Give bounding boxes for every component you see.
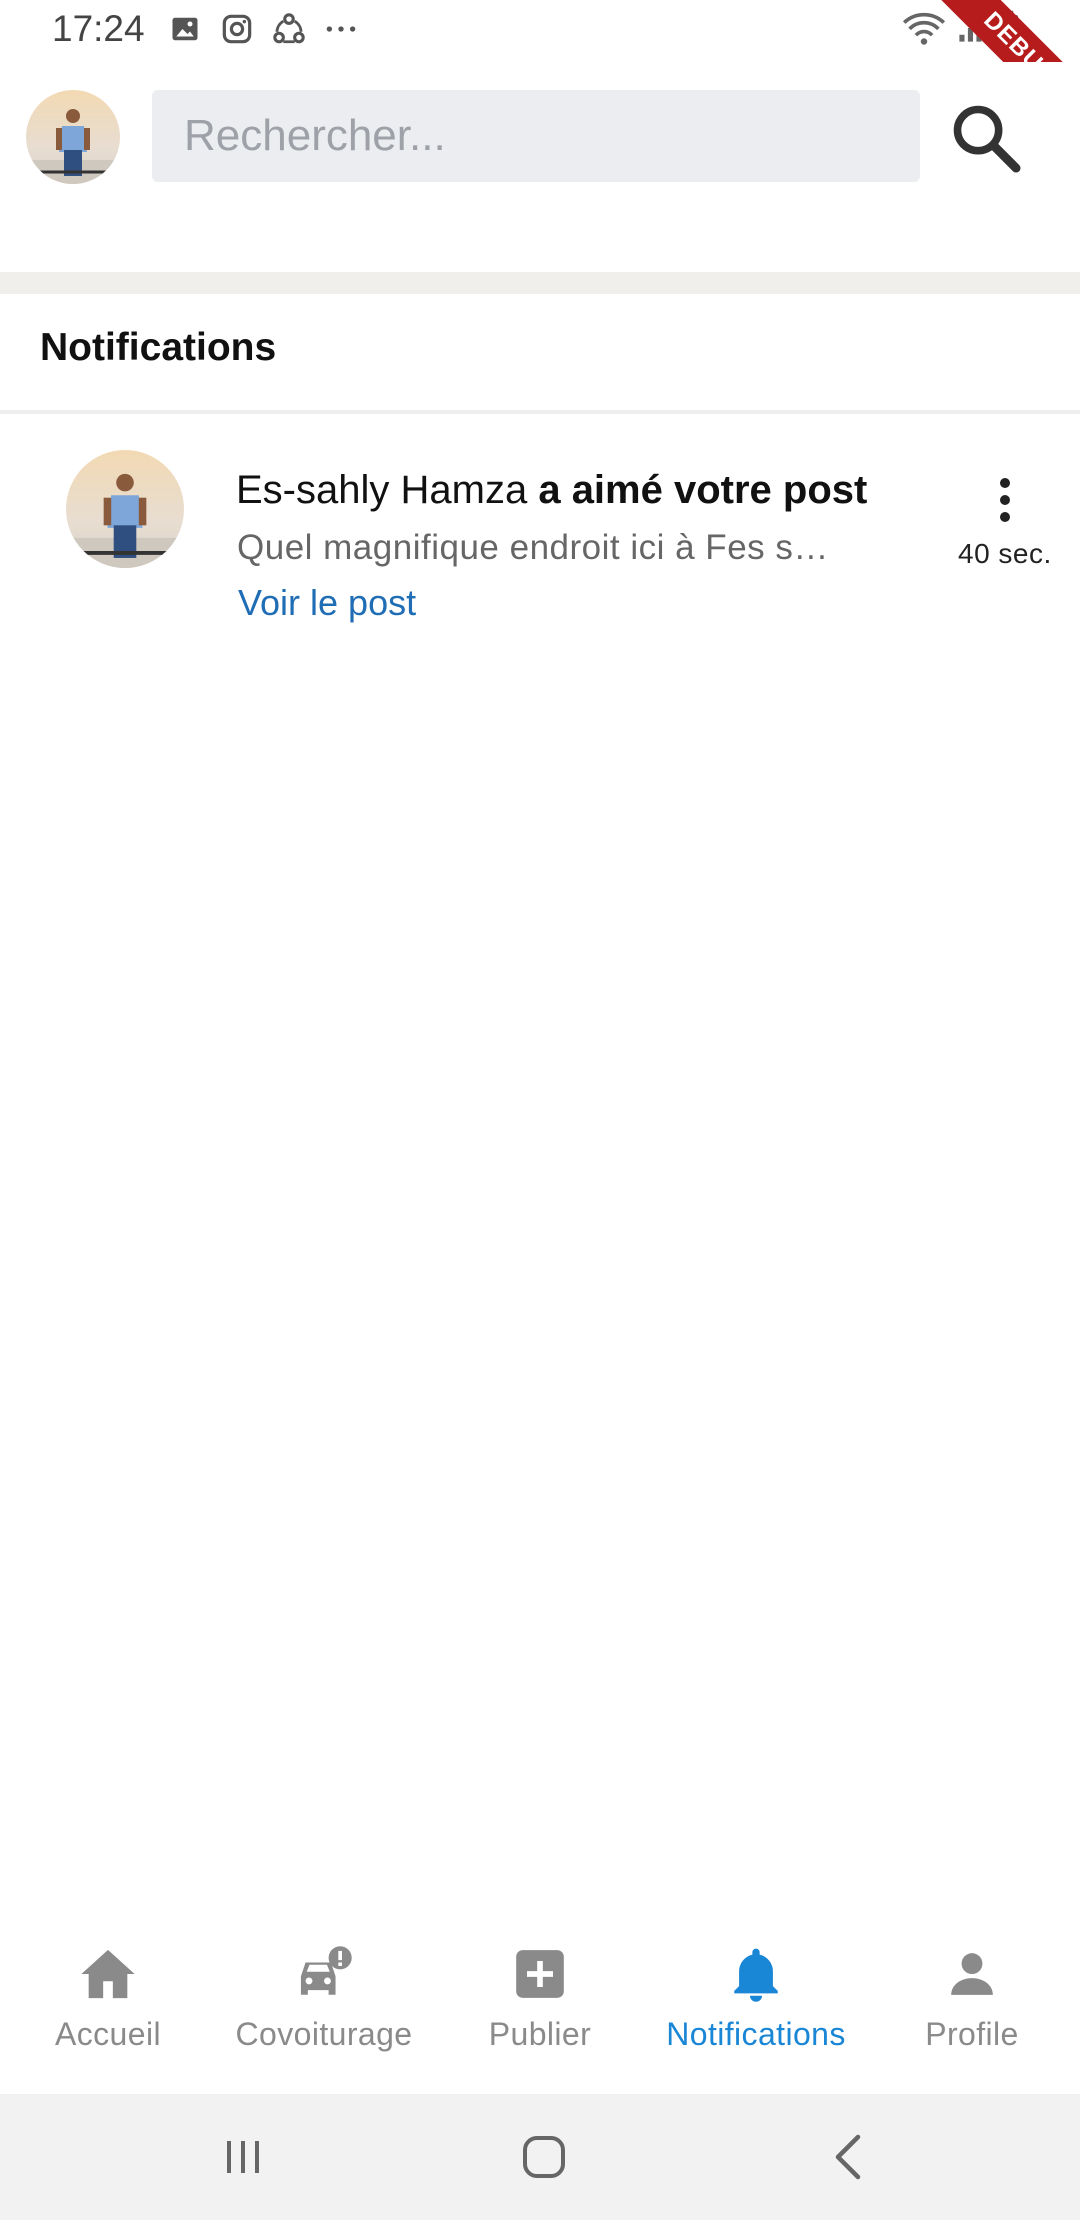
app-header bbox=[0, 62, 1080, 272]
home-icon bbox=[76, 1942, 140, 2006]
nav-item-accueil[interactable]: Accueil bbox=[0, 1920, 216, 2094]
nav-label: Accueil bbox=[55, 2016, 161, 2052]
status-bar: 17:24 bbox=[0, 0, 1080, 62]
nav-label: Notifications bbox=[666, 2016, 846, 2052]
instagram-icon bbox=[220, 12, 254, 46]
home-circle-icon bbox=[523, 2136, 565, 2178]
recents-button[interactable] bbox=[203, 2124, 283, 2190]
nav-item-notifications[interactable]: Notifications bbox=[648, 1920, 864, 2094]
search-input[interactable] bbox=[152, 90, 920, 182]
back-button[interactable] bbox=[808, 2124, 888, 2190]
add-box-icon bbox=[508, 1942, 572, 2006]
notification-title: Es-sahly Hamza a aimé votre post bbox=[236, 468, 867, 513]
status-time: 17:24 bbox=[52, 8, 145, 49]
image-icon bbox=[168, 12, 202, 46]
car-alert-icon bbox=[292, 1942, 356, 2006]
search-icon bbox=[953, 105, 1021, 173]
nav-item-publier[interactable]: Publier bbox=[432, 1920, 648, 2094]
avatar[interactable] bbox=[26, 90, 120, 184]
person-icon bbox=[940, 1942, 1004, 2006]
page-title: Notifications bbox=[40, 326, 277, 369]
status-notification-icons bbox=[168, 12, 358, 46]
more-dots-icon bbox=[324, 12, 358, 46]
notification-action: a aimé votre post bbox=[538, 468, 868, 512]
notification-item[interactable]: Es-sahly Hamza a aimé votre post Quel ma… bbox=[0, 430, 1080, 650]
notification-menu-button[interactable] bbox=[980, 470, 1030, 530]
nav-label: Profile bbox=[925, 2016, 1019, 2052]
home-button[interactable] bbox=[504, 2124, 584, 2190]
share-nodes-icon bbox=[272, 12, 306, 46]
nav-item-covoiturage[interactable]: Covoiturage bbox=[216, 1920, 432, 2094]
nav-label: Publier bbox=[488, 2016, 592, 2052]
notification-excerpt: Quel magnifique endroit ici à Fes s… bbox=[237, 528, 829, 567]
wifi-icon bbox=[902, 10, 946, 51]
search-button[interactable] bbox=[944, 96, 1028, 180]
nav-item-profile[interactable]: Profile bbox=[864, 1920, 1080, 2094]
bell-icon bbox=[724, 1942, 788, 2006]
notification-user: Es-sahly Hamza bbox=[236, 468, 528, 512]
section-divider bbox=[0, 410, 1080, 414]
header-divider bbox=[0, 272, 1080, 294]
system-nav-bar bbox=[0, 2094, 1080, 2220]
back-icon bbox=[835, 2134, 861, 2180]
nav-label: Covoiturage bbox=[235, 2016, 413, 2052]
view-post-link[interactable]: Voir le post bbox=[238, 582, 416, 624]
recents-icon bbox=[227, 2141, 259, 2173]
more-vert-icon bbox=[1000, 478, 1010, 522]
notification-avatar[interactable] bbox=[66, 450, 184, 568]
notification-time: 40 sec. bbox=[958, 538, 1052, 569]
bottom-navigation: Accueil Covoiturage Publier Notification… bbox=[0, 1920, 1080, 2094]
